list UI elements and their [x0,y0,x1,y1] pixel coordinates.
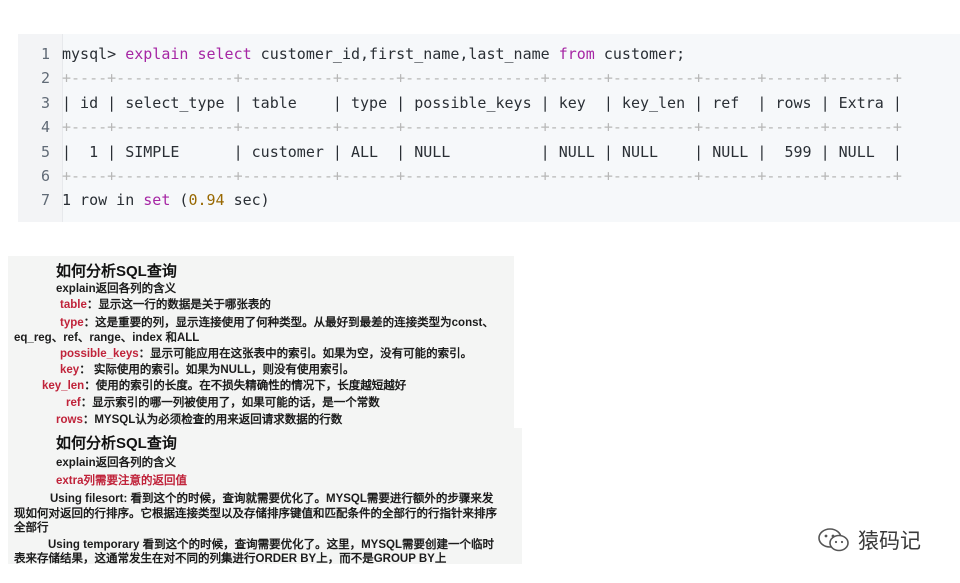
code-block: 1 mysql> explain select customer_id,first… [18,34,960,222]
panel2-title: 如何分析SQL查询 [56,435,177,452]
code-text: +----+-------------+----------+------+--… [62,69,902,88]
extra-values-image: 如何分析SQL查询 explain返回各列的含义 extra列需要注意的返回值 … [8,428,522,565]
code-text: +----+-------------+----------+------+--… [62,118,902,137]
line-number: 6 [40,167,50,185]
explain-columns-image: 如何分析SQL查询 explain返回各列的含义 table：显示这一行的数据是… [8,256,514,428]
watermark: 猿码记 [816,524,921,556]
panel1-line: table：显示这一行的数据是关于哪张表的 [60,299,271,311]
panel1-line: possible_keys：显示可能应用在这张表中的索引。如果为空，没有可能的索… [60,348,473,360]
line-number: 4 [40,118,50,137]
panel1-line: key_len：使用的索引的长度。在不损失精确性的情况下，长度越短越好 [42,380,407,392]
line-number: 5 [40,142,50,161]
code-text: +----+-------------+----------+------+--… [62,167,902,185]
panel2-line: 现如何对返回的行排序。它根据连接类型以及存储排序键值和匹配条件的全部行的行指针来… [14,508,497,520]
panel2-highlight: extra列需要注意的返回值 [56,475,187,487]
panel1-line: ref：显示索引的哪一列被使用了，如果可能的话，是一个常数 [66,397,380,409]
line-number: 1 [40,45,50,63]
panel1-line: eq_reg、ref、range、index 和ALL [14,332,200,344]
panel1-title: 如何分析SQL查询 [56,263,177,280]
panel2-line: Using filesort: 看到这个的时候，查询就需要优化了。MYSQL需要… [50,493,494,505]
wechat-icon [818,528,849,552]
line-number: 7 [40,191,50,210]
panel2-line: 表来存储结果，这通常发生在对不同的列集进行ORDER BY上，而不是GROUP … [14,553,447,565]
code-text: | id | select_type | table | type | poss… [62,93,902,112]
panel1-subtitle: explain返回各列的含义 [56,283,177,295]
code-text: | 1 | SIMPLE | customer | ALL | NULL | N… [62,142,902,161]
code-text: 1 row in set (0.94 sec) [62,191,270,210]
line-number: 2 [40,69,50,88]
panel1-line: key： 实际使用的索引。如果为NULL，则没有使用索引。 [60,364,355,376]
line-number: 3 [40,93,50,112]
panel2-line: 全部行 [14,522,49,534]
panel2-subtitle: explain返回各列的含义 [56,457,177,469]
code-text: mysql> explain select customer_id,first_… [62,45,686,63]
panel1-line: type：这是重要的列，显示连接使用了何种类型。从最好到最差的连接类型为cons… [60,317,494,329]
watermark-text: 猿码记 [858,529,921,553]
panel1-line: rows：MYSQL认为必须检查的用来返回请求数据的行数 [56,414,343,426]
